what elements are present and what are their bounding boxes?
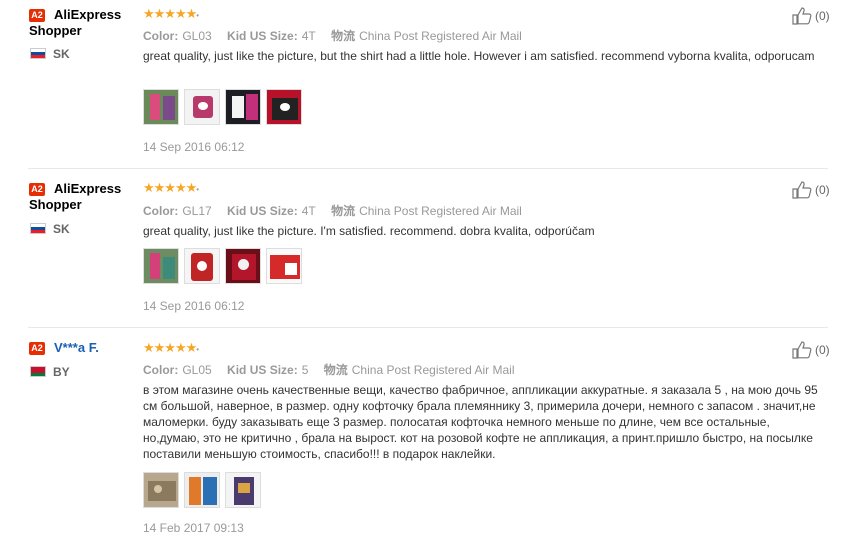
review-date: 14 Feb 2017 09:13 — [143, 521, 244, 535]
review-photo-thumbnail[interactable] — [184, 89, 220, 125]
reviewer-name: AliExpress Shopper — [29, 7, 122, 38]
review-photo-thumbnail[interactable] — [184, 248, 220, 284]
country-code: SK — [53, 222, 70, 236]
reviewer-name: AliExpress Shopper — [29, 181, 122, 212]
order-info: Color: GL17 Kid US Size: 4T 物流 China Post R… — [143, 204, 522, 218]
helpful-count: (0) — [815, 9, 830, 23]
review-divider — [28, 168, 828, 169]
review-date: 14 Sep 2016 06:12 — [143, 299, 245, 313]
helpful-count: (0) — [815, 343, 830, 357]
order-info: Color: GL05 Kid US Size: 5 物流 China Post Re… — [143, 363, 515, 377]
review-photo-thumbnail[interactable] — [266, 89, 302, 125]
helpful-button[interactable]: (0) — [792, 7, 830, 25]
order-info: Color: GL03 Kid US Size: 4T 物流 China Post R… — [143, 29, 522, 43]
review-photo-thumbnail[interactable] — [225, 89, 261, 125]
country-flag-icon — [30, 223, 46, 234]
thumbs-up-icon — [792, 341, 812, 359]
review-photos — [143, 89, 302, 125]
helpful-button[interactable]: (0) — [792, 181, 830, 199]
review-photo-thumbnail[interactable] — [143, 248, 179, 284]
country-flag-icon — [30, 48, 46, 59]
helpful-button[interactable]: (0) — [792, 341, 830, 359]
star-rating: ★★★★★• — [143, 180, 200, 195]
star-rating: ★★★★★• — [143, 340, 200, 355]
review-photo-thumbnail[interactable] — [143, 89, 179, 125]
country-code: BY — [53, 365, 70, 379]
review-photo-thumbnail[interactable] — [266, 248, 302, 284]
review-text: great quality, just like the picture, bu… — [143, 49, 815, 63]
review-photo-thumbnail[interactable] — [225, 248, 261, 284]
helpful-count: (0) — [815, 183, 830, 197]
country-flag-icon — [30, 366, 46, 377]
thumbs-up-icon — [792, 181, 812, 199]
review-date: 14 Sep 2016 06:12 — [143, 140, 245, 154]
review-text: great quality, just like the picture. I'… — [143, 224, 595, 238]
star-rating: ★★★★★• — [143, 6, 200, 21]
review-divider — [28, 327, 828, 328]
country-code: SK — [53, 47, 70, 61]
reviewer-name[interactable]: V***a F. — [29, 340, 139, 356]
review-photo-thumbnail[interactable] — [143, 472, 179, 508]
review-photo-thumbnail[interactable] — [225, 472, 261, 508]
review-photo-thumbnail[interactable] — [184, 472, 220, 508]
review-photos — [143, 248, 302, 284]
review-photos — [143, 472, 261, 508]
thumbs-up-icon — [792, 7, 812, 25]
review-text: в этом магазине очень качественные вещи,… — [143, 383, 818, 461]
